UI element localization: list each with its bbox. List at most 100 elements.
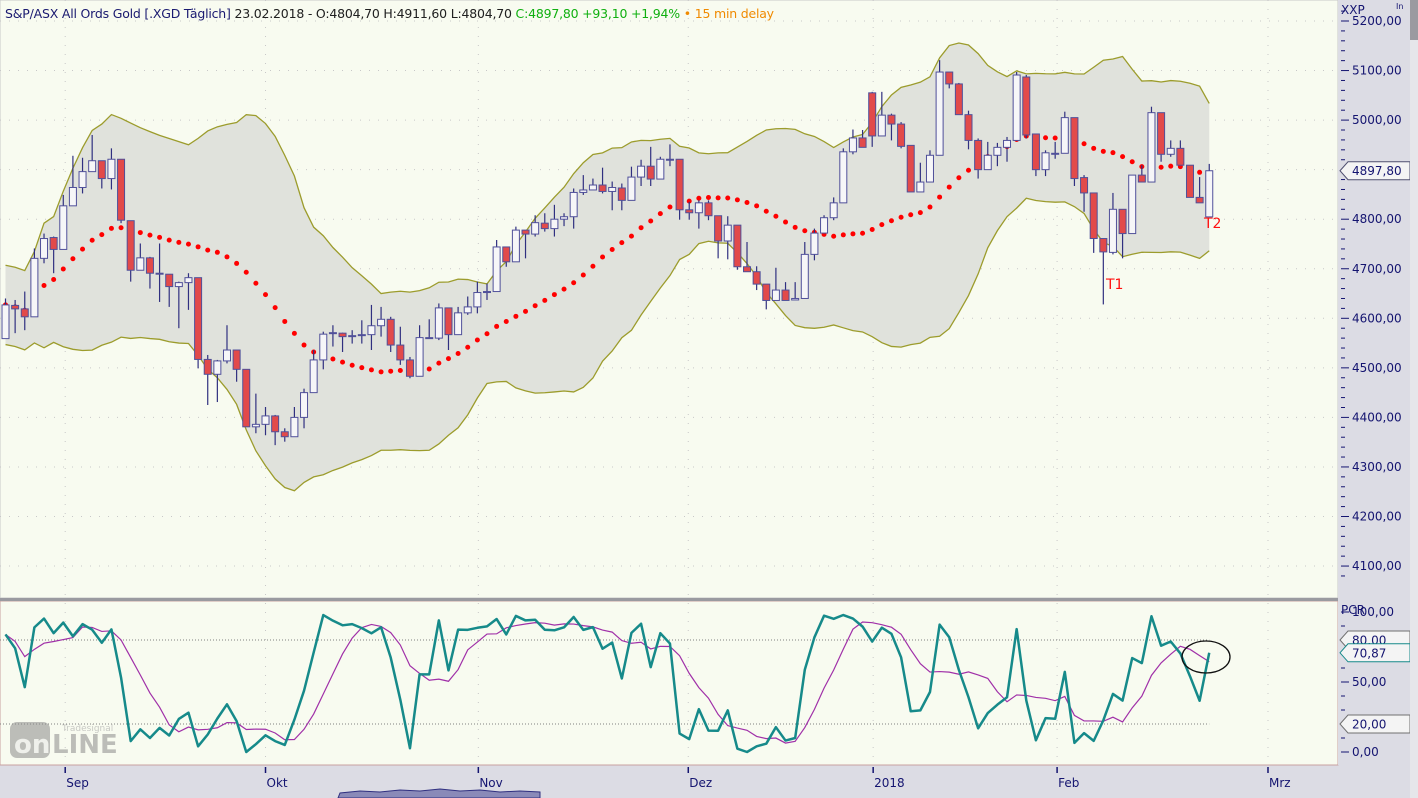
candle-body [588, 184, 597, 191]
ma-dot [1052, 135, 1058, 141]
ma-dot [426, 366, 432, 372]
candle-body [251, 423, 260, 428]
candle-body [328, 332, 337, 335]
candle-body [791, 297, 800, 301]
candle-body [165, 273, 174, 288]
ma-dot [869, 227, 875, 233]
ma-dot [734, 197, 740, 203]
ma-dot [725, 195, 731, 201]
close-change: C:4897,80 +93,10 +1,94% [515, 6, 681, 21]
ma-dot [754, 203, 760, 209]
candle-body [646, 165, 655, 180]
candle-body [954, 83, 963, 116]
candle-body [993, 146, 1002, 156]
candle [1012, 72, 1021, 141]
svg-text:on: on [14, 730, 50, 760]
candle-body [242, 368, 251, 428]
ma-dot [301, 342, 307, 348]
candle-body [540, 222, 549, 230]
ma-dot [898, 214, 904, 220]
ma-dot [908, 212, 914, 218]
vertical-scrollbar[interactable] [1410, 0, 1418, 798]
delay-notice: • 15 min delay [683, 6, 774, 21]
candle [1070, 117, 1079, 187]
candle [194, 277, 203, 369]
candle-body [964, 114, 973, 141]
candle-body [11, 304, 20, 310]
candle [1128, 174, 1137, 235]
ma-dot [1129, 159, 1135, 165]
ma-dot [484, 331, 490, 337]
candle-body [617, 187, 626, 201]
candle-body [1205, 170, 1214, 218]
ma-dot [195, 244, 201, 250]
ma-dot [51, 276, 57, 282]
ma-dot [744, 200, 750, 206]
ma-dot [263, 292, 269, 298]
indicator-tick-label: 50,00 [1352, 675, 1386, 689]
candle-body [752, 271, 761, 285]
candle-body [1012, 74, 1021, 141]
ma-dot [455, 350, 461, 356]
candle [1157, 112, 1166, 162]
candle-body [1128, 174, 1137, 235]
candle-body [483, 291, 491, 294]
candle-body [367, 325, 376, 336]
candle-body [300, 392, 309, 418]
indicator-panel[interactable] [0, 600, 1339, 766]
last-price-label: 4897,80 [1352, 164, 1402, 178]
ma-dot [879, 222, 885, 228]
ma-dot [465, 344, 471, 350]
candle-body [232, 349, 241, 370]
candle-body [309, 359, 318, 394]
candle-body [560, 216, 569, 220]
candle-body [608, 186, 617, 192]
candle-body [261, 415, 270, 425]
ma-dot [715, 195, 721, 201]
candle-body [1166, 147, 1175, 155]
ma-dot [783, 219, 789, 225]
candle-body [868, 92, 877, 137]
candle-body [59, 205, 68, 250]
ma-dot [667, 204, 673, 210]
candle-body [20, 308, 29, 318]
ma-dot [282, 318, 288, 324]
candle-body [945, 71, 954, 85]
ma-dot [388, 368, 394, 374]
candle [656, 156, 665, 180]
ma-dot [840, 232, 846, 238]
ma-dot [1158, 164, 1164, 170]
candle-body [136, 257, 145, 271]
candle-body [1031, 133, 1040, 171]
candle-body [579, 189, 588, 193]
candle-body [916, 181, 925, 193]
ma-dot [628, 233, 634, 239]
symbol-title: S&P/ASX All Ords Gold [.XGD Täglich] [5, 6, 231, 21]
ma-dot [272, 305, 278, 311]
ma-dot [185, 241, 191, 247]
candle-body [1051, 152, 1060, 155]
ma-dot [99, 232, 105, 238]
candle-body [117, 158, 126, 221]
candle-body [820, 217, 829, 234]
navigator-strip[interactable] [337, 788, 541, 798]
candle-body [194, 277, 203, 360]
ma-dot [60, 266, 66, 272]
panel-splitter[interactable] [0, 598, 1338, 601]
ma-dot [917, 210, 923, 216]
ma-dot [89, 237, 95, 243]
candle-body [415, 337, 424, 377]
scrollbar-thumb[interactable] [1410, 0, 1418, 40]
price-tick-label: 4600,00 [1352, 311, 1402, 325]
candle-body [974, 139, 983, 171]
ma-dot [1197, 169, 1203, 175]
price-axis-title: XXP [1341, 3, 1365, 17]
ma-dot [349, 362, 355, 368]
candle [511, 226, 520, 263]
ma-dot [580, 272, 586, 278]
candle-body [810, 232, 819, 255]
candle-body [1176, 147, 1185, 166]
candle-body [1, 304, 10, 340]
candle-body [665, 158, 674, 161]
candle-body [377, 318, 386, 327]
